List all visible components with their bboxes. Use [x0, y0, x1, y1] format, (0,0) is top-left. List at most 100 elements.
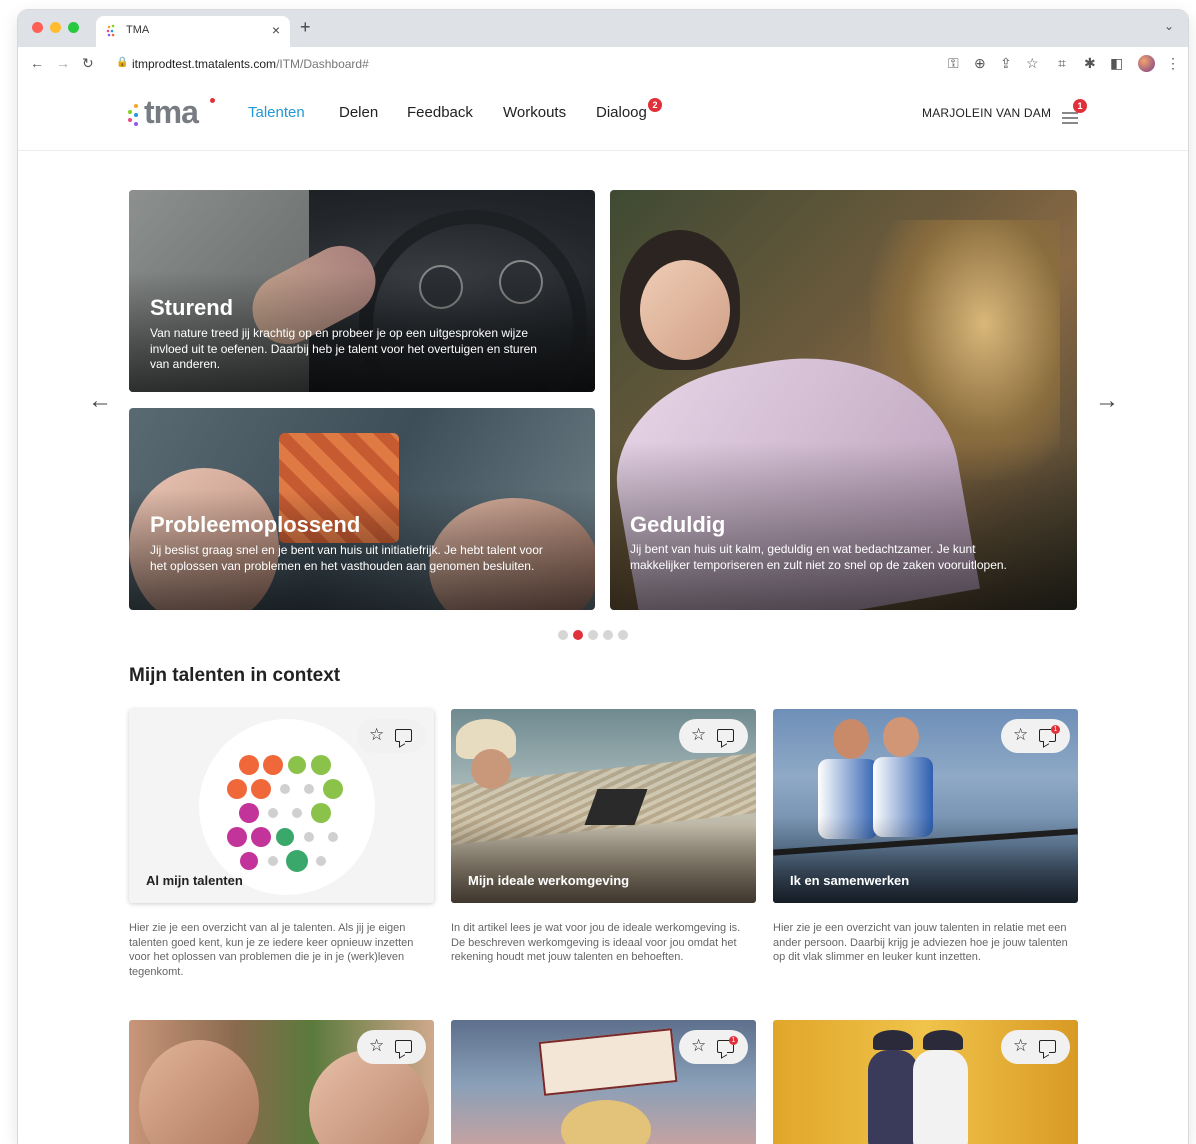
user-name[interactable]: MARJOLEIN VAN DAM — [922, 106, 1051, 120]
dancer-image — [913, 1050, 968, 1144]
card-actions: ☆ — [357, 719, 426, 753]
carousel-dot-active[interactable] — [573, 630, 583, 640]
tab-close-icon[interactable]: × — [272, 22, 280, 38]
context-card-ideale-werkomgeving[interactable]: ☆ Mijn ideale werkomgeving — [451, 709, 756, 903]
card-title: Ik en samenwerken — [790, 873, 910, 888]
favorite-star-icon[interactable]: ☆ — [1013, 1036, 1028, 1056]
browser-menu-icon[interactable]: ⋮ — [1166, 55, 1180, 72]
rower-face-image — [833, 719, 869, 759]
menu-badge: 1 — [1073, 99, 1087, 113]
logo-accent-dot — [210, 98, 215, 103]
nav-talenten[interactable]: Talenten — [248, 104, 305, 121]
share-icon[interactable]: ⇪ — [1000, 55, 1012, 72]
tab-strip: TMA × + ⌄ — [18, 10, 1188, 47]
card-description: Hier zie je een overzicht van jouw talen… — [773, 922, 1068, 963]
face-image — [139, 1040, 259, 1144]
arrow-left-icon[interactable]: ← — [88, 387, 112, 415]
card-actions: ☆ — [1001, 1030, 1070, 1064]
talent-card-probleemoplossend[interactable]: Probleemoplossend Jij beslist graag snel… — [129, 408, 595, 610]
browser-window: TMA × + ⌄ ← → ↻ 🔒 itmprodtest.tmatalents… — [18, 10, 1188, 1144]
side-panel-icon[interactable]: ◧ — [1110, 55, 1123, 72]
context-card-ik-en-samenwerken[interactable]: ☆ 1 Ik en samenwerken — [773, 709, 1078, 903]
card-description: Hier zie je een overzicht van al je tale… — [129, 922, 414, 978]
face-image — [309, 1050, 429, 1144]
comments-icon[interactable] — [395, 1040, 412, 1053]
hair-image — [561, 1100, 651, 1144]
minimize-window-button[interactable] — [50, 22, 61, 33]
site-header: tma Talenten Delen Feedback Workouts Dia… — [18, 82, 1188, 151]
card-actions: ☆ 1 — [1001, 719, 1070, 753]
install-icon[interactable]: ⊕ — [974, 55, 986, 72]
favorite-star-icon[interactable]: ☆ — [369, 1036, 384, 1056]
hat-image — [873, 1030, 913, 1050]
card-actions: ☆ 1 — [679, 1030, 748, 1064]
tma-favicon-icon — [106, 24, 115, 37]
card-title: Al mijn talenten — [146, 873, 243, 888]
carousel-dot[interactable] — [618, 630, 628, 640]
comments-icon[interactable] — [1039, 1040, 1056, 1053]
comments-icon[interactable] — [395, 729, 412, 742]
lock-icon[interactable]: 🔒 — [116, 57, 128, 68]
browser-toolbar: ← → ↻ 🔒 itmprodtest.tmatalents.com/ITM/D… — [18, 47, 1188, 83]
card-actions: ☆ — [679, 719, 748, 753]
face-image — [471, 749, 511, 789]
card-title: Mijn ideale werkomgeving — [468, 873, 630, 888]
hero-description: Jij beslist graag snel en je bent van hu… — [150, 543, 543, 573]
favorite-star-icon[interactable]: ☆ — [1013, 725, 1028, 745]
back-button[interactable]: ← — [30, 55, 44, 71]
comment-badge: 1 — [729, 1036, 738, 1045]
context-card-row2-1[interactable]: ☆ — [129, 1020, 434, 1144]
card-overlay — [773, 815, 1078, 903]
hat-image — [923, 1030, 963, 1050]
comments-icon[interactable] — [717, 729, 734, 742]
card-overlay — [451, 815, 756, 903]
context-card-row2-2[interactable]: ☆ 1 — [451, 1020, 756, 1144]
book-image — [538, 1028, 678, 1096]
hero-title: Geduldig — [630, 512, 726, 537]
bookmark-star-icon[interactable]: ☆ — [1026, 55, 1039, 72]
maximize-window-button[interactable] — [68, 22, 79, 33]
hero-description: Van nature treed jij krachtig op en prob… — [150, 326, 537, 371]
new-tab-button[interactable]: + — [300, 17, 311, 38]
tab-title: TMA — [126, 24, 150, 36]
key-icon[interactable]: ⚿ — [948, 55, 959, 72]
talent-card-sturend[interactable]: Sturend Van nature treed jij krachtig op… — [129, 190, 595, 392]
extensions-icon[interactable]: ✱ — [1084, 55, 1096, 72]
tab-search-chevron-icon[interactable]: ⌄ — [1164, 19, 1174, 33]
comment-badge: 1 — [1051, 725, 1060, 734]
favorite-star-icon[interactable]: ☆ — [691, 725, 706, 745]
reload-button[interactable]: ↻ — [82, 55, 94, 72]
forward-button[interactable]: → — [56, 55, 70, 71]
profile-avatar[interactable] — [1138, 55, 1155, 72]
close-window-button[interactable] — [32, 22, 43, 33]
context-card-row2-3[interactable]: ☆ — [773, 1020, 1078, 1144]
nav-delen[interactable]: Delen — [339, 104, 378, 121]
favorite-star-icon[interactable]: ☆ — [369, 725, 384, 745]
talent-card-geduldig[interactable]: Geduldig Jij bent van huis uit kalm, ged… — [610, 190, 1077, 610]
address-bar[interactable]: itmprodtest.tmatalents.com/ITM/Dashboard… — [132, 57, 369, 71]
dancer-image — [868, 1050, 918, 1144]
section-title: Mijn talenten in context — [129, 665, 341, 686]
arrow-right-icon[interactable]: → — [1095, 387, 1119, 415]
nav-workouts[interactable]: Workouts — [503, 104, 566, 121]
carousel-dot[interactable] — [558, 630, 568, 640]
url-host: itmprodtest.tmatalents.com — [132, 57, 277, 71]
context-card-al-mijn-talenten[interactable]: ☆ Al mijn talenten — [129, 709, 434, 903]
carousel-dot[interactable] — [603, 630, 613, 640]
carousel-dot[interactable] — [588, 630, 598, 640]
browser-tab[interactable]: TMA × — [96, 16, 290, 47]
face-image — [640, 260, 730, 360]
nav-feedback[interactable]: Feedback — [407, 104, 473, 121]
favorite-star-icon[interactable]: ☆ — [691, 1036, 706, 1056]
logo-dots-icon — [128, 104, 138, 126]
rower-face-image — [883, 717, 919, 757]
hero-title: Sturend — [150, 295, 234, 320]
nav-dialoog[interactable]: Dialoog — [596, 104, 647, 121]
card-description: In dit artikel lees je wat voor jou de i… — [451, 922, 741, 963]
screenshot-icon[interactable]: ⌗ — [1058, 55, 1066, 72]
menu-icon[interactable] — [1062, 112, 1078, 127]
card-actions: ☆ — [357, 1030, 426, 1064]
dialoog-badge: 2 — [648, 98, 662, 112]
talent-bubbles-image — [199, 719, 375, 895]
logo-text: tma — [144, 94, 199, 130]
